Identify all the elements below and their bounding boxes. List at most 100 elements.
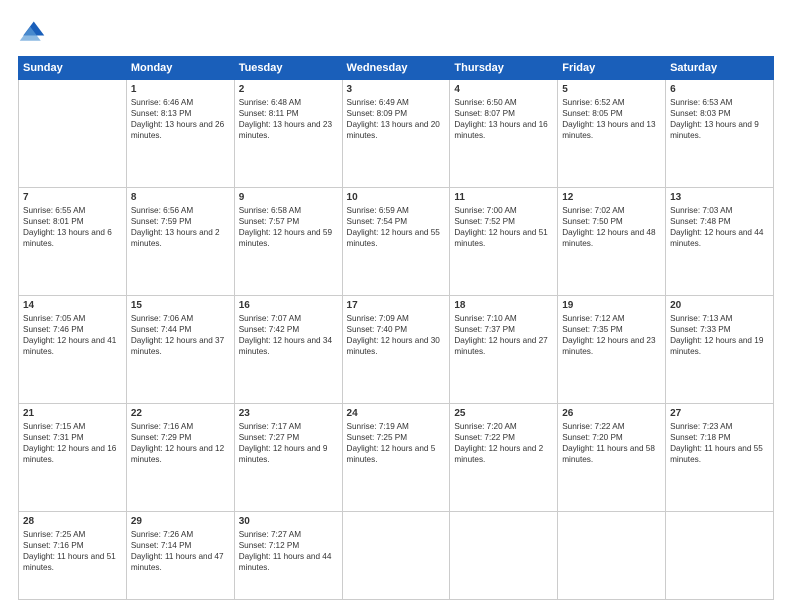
- day-number: 28: [23, 516, 122, 527]
- day-number: 1: [131, 84, 230, 95]
- week-row-1: 7 Sunrise: 6:55 AM Sunset: 8:01 PM Daylig…: [19, 187, 774, 295]
- calendar-cell: 14 Sunrise: 7:05 AM Sunset: 7:46 PM Dayli…: [19, 295, 127, 403]
- day-number: 10: [347, 192, 446, 203]
- day-number: 7: [23, 192, 122, 203]
- day-number: 5: [562, 84, 661, 95]
- calendar-cell: 24 Sunrise: 7:19 AM Sunset: 7:25 PM Dayli…: [342, 403, 450, 511]
- day-number: 29: [131, 516, 230, 527]
- day-number: 14: [23, 300, 122, 311]
- col-header-sunday: Sunday: [19, 57, 127, 80]
- calendar-cell: 11 Sunrise: 7:00 AM Sunset: 7:52 PM Dayli…: [450, 187, 558, 295]
- cell-info: Sunrise: 6:55 AM Sunset: 8:01 PM Dayligh…: [23, 205, 122, 249]
- calendar-cell: 8 Sunrise: 6:56 AM Sunset: 7:59 PM Daylig…: [126, 187, 234, 295]
- calendar-cell: [450, 511, 558, 599]
- cell-info: Sunrise: 7:15 AM Sunset: 7:31 PM Dayligh…: [23, 421, 122, 465]
- col-header-saturday: Saturday: [666, 57, 774, 80]
- calendar-cell: 19 Sunrise: 7:12 AM Sunset: 7:35 PM Dayli…: [558, 295, 666, 403]
- day-number: 9: [239, 192, 338, 203]
- day-number: 23: [239, 408, 338, 419]
- cell-info: Sunrise: 7:00 AM Sunset: 7:52 PM Dayligh…: [454, 205, 553, 249]
- calendar-cell: 2Sunrise: 6:48 AM Sunset: 8:11 PM Daylig…: [234, 80, 342, 188]
- calendar-cell: 17 Sunrise: 7:09 AM Sunset: 7:40 PM Dayli…: [342, 295, 450, 403]
- calendar-cell: [19, 80, 127, 188]
- calendar-table: SundayMondayTuesdayWednesdayThursdayFrid…: [18, 56, 774, 600]
- calendar-cell: 12 Sunrise: 7:02 AM Sunset: 7:50 PM Dayli…: [558, 187, 666, 295]
- week-row-0: 1 Sunrise: 6:46 AM Sunset: 8:13 PM Daylig…: [19, 80, 774, 188]
- cell-info: Sunrise: 6:50 AM Sunset: 8:07 PM Dayligh…: [454, 97, 553, 141]
- calendar-cell: 15Sunrise: 7:06 AM Sunset: 7:44 PM Dayli…: [126, 295, 234, 403]
- logo: [18, 18, 48, 46]
- logo-icon: [18, 18, 46, 46]
- day-number: 30: [239, 516, 338, 527]
- cell-info: Sunrise: 7:19 AM Sunset: 7:25 PM Dayligh…: [347, 421, 446, 465]
- cell-info: Sunrise: 7:10 AM Sunset: 7:37 PM Dayligh…: [454, 313, 553, 357]
- calendar-cell: 16 Sunrise: 7:07 AM Sunset: 7:42 PM Dayli…: [234, 295, 342, 403]
- calendar-cell: 27 Sunrise: 7:23 AM Sunset: 7:18 PM Dayli…: [666, 403, 774, 511]
- day-number: 4: [454, 84, 553, 95]
- header-row: SundayMondayTuesdayWednesdayThursdayFrid…: [19, 57, 774, 80]
- week-row-2: 14 Sunrise: 7:05 AM Sunset: 7:46 PM Dayli…: [19, 295, 774, 403]
- calendar-cell: 3Sunrise: 6:49 AM Sunset: 8:09 PM Daylig…: [342, 80, 450, 188]
- cell-info: Sunrise: 7:02 AM Sunset: 7:50 PM Dayligh…: [562, 205, 661, 249]
- week-row-3: 21 Sunrise: 7:15 AM Sunset: 7:31 PM Dayli…: [19, 403, 774, 511]
- cell-info: Sunrise: 7:13 AM Sunset: 7:33 PM Dayligh…: [670, 313, 769, 357]
- day-number: 25: [454, 408, 553, 419]
- day-number: 6: [670, 84, 769, 95]
- day-number: 16: [239, 300, 338, 311]
- day-number: 17: [347, 300, 446, 311]
- cell-info: Sunrise: 7:12 AM Sunset: 7:35 PM Dayligh…: [562, 313, 661, 357]
- calendar-cell: 25 Sunrise: 7:20 AM Sunset: 7:22 PM Dayli…: [450, 403, 558, 511]
- calendar-cell: 4 Sunrise: 6:50 AM Sunset: 8:07 PM Daylig…: [450, 80, 558, 188]
- day-number: 22: [131, 408, 230, 419]
- day-number: 21: [23, 408, 122, 419]
- cell-info: Sunrise: 6:59 AM Sunset: 7:54 PM Dayligh…: [347, 205, 446, 249]
- cell-info: Sunrise: 7:23 AM Sunset: 7:18 PM Dayligh…: [670, 421, 769, 465]
- cell-info: Sunrise: 7:05 AM Sunset: 7:46 PM Dayligh…: [23, 313, 122, 357]
- day-number: 19: [562, 300, 661, 311]
- day-number: 11: [454, 192, 553, 203]
- calendar-cell: 26Sunrise: 7:22 AM Sunset: 7:20 PM Dayli…: [558, 403, 666, 511]
- day-number: 18: [454, 300, 553, 311]
- calendar-cell: [342, 511, 450, 599]
- calendar-cell: 7 Sunrise: 6:55 AM Sunset: 8:01 PM Daylig…: [19, 187, 127, 295]
- day-number: 27: [670, 408, 769, 419]
- col-header-friday: Friday: [558, 57, 666, 80]
- cell-info: Sunrise: 6:53 AM Sunset: 8:03 PM Dayligh…: [670, 97, 769, 141]
- calendar-cell: 18 Sunrise: 7:10 AM Sunset: 7:37 PM Dayli…: [450, 295, 558, 403]
- calendar-cell: 23 Sunrise: 7:17 AM Sunset: 7:27 PM Dayli…: [234, 403, 342, 511]
- calendar-cell: 1 Sunrise: 6:46 AM Sunset: 8:13 PM Daylig…: [126, 80, 234, 188]
- calendar-cell: 20 Sunrise: 7:13 AM Sunset: 7:33 PM Dayli…: [666, 295, 774, 403]
- calendar-cell: [666, 511, 774, 599]
- cell-info: Sunrise: 7:03 AM Sunset: 7:48 PM Dayligh…: [670, 205, 769, 249]
- day-number: 12: [562, 192, 661, 203]
- day-number: 8: [131, 192, 230, 203]
- cell-info: Sunrise: 7:06 AM Sunset: 7:44 PM Dayligh…: [131, 313, 230, 357]
- calendar-cell: 29 Sunrise: 7:26 AM Sunset: 7:14 PM Dayli…: [126, 511, 234, 599]
- calendar-cell: 9 Sunrise: 6:58 AM Sunset: 7:57 PM Daylig…: [234, 187, 342, 295]
- calendar-cell: 21 Sunrise: 7:15 AM Sunset: 7:31 PM Dayli…: [19, 403, 127, 511]
- calendar-cell: 5Sunrise: 6:52 AM Sunset: 8:05 PM Daylig…: [558, 80, 666, 188]
- col-header-tuesday: Tuesday: [234, 57, 342, 80]
- col-header-wednesday: Wednesday: [342, 57, 450, 80]
- day-number: 20: [670, 300, 769, 311]
- cell-info: Sunrise: 6:46 AM Sunset: 8:13 PM Dayligh…: [131, 97, 230, 141]
- cell-info: Sunrise: 6:56 AM Sunset: 7:59 PM Dayligh…: [131, 205, 230, 249]
- calendar-cell: 6 Sunrise: 6:53 AM Sunset: 8:03 PM Daylig…: [666, 80, 774, 188]
- cell-info: Sunrise: 7:07 AM Sunset: 7:42 PM Dayligh…: [239, 313, 338, 357]
- day-number: 24: [347, 408, 446, 419]
- cell-info: Sunrise: 7:27 AM Sunset: 7:12 PM Dayligh…: [239, 529, 338, 573]
- week-row-4: 28 Sunrise: 7:25 AM Sunset: 7:16 PM Dayli…: [19, 511, 774, 599]
- cell-info: Sunrise: 7:09 AM Sunset: 7:40 PM Dayligh…: [347, 313, 446, 357]
- cell-info: Sunrise: 6:58 AM Sunset: 7:57 PM Dayligh…: [239, 205, 338, 249]
- col-header-thursday: Thursday: [450, 57, 558, 80]
- calendar-cell: 30 Sunrise: 7:27 AM Sunset: 7:12 PM Dayli…: [234, 511, 342, 599]
- calendar-cell: 10 Sunrise: 6:59 AM Sunset: 7:54 PM Dayli…: [342, 187, 450, 295]
- calendar-cell: 13Sunrise: 7:03 AM Sunset: 7:48 PM Dayli…: [666, 187, 774, 295]
- col-header-monday: Monday: [126, 57, 234, 80]
- cell-info: Sunrise: 7:25 AM Sunset: 7:16 PM Dayligh…: [23, 529, 122, 573]
- page-header: [18, 18, 774, 46]
- calendar-cell: 28 Sunrise: 7:25 AM Sunset: 7:16 PM Dayli…: [19, 511, 127, 599]
- cell-info: Sunrise: 7:20 AM Sunset: 7:22 PM Dayligh…: [454, 421, 553, 465]
- cell-info: Sunrise: 7:17 AM Sunset: 7:27 PM Dayligh…: [239, 421, 338, 465]
- cell-info: Sunrise: 7:26 AM Sunset: 7:14 PM Dayligh…: [131, 529, 230, 573]
